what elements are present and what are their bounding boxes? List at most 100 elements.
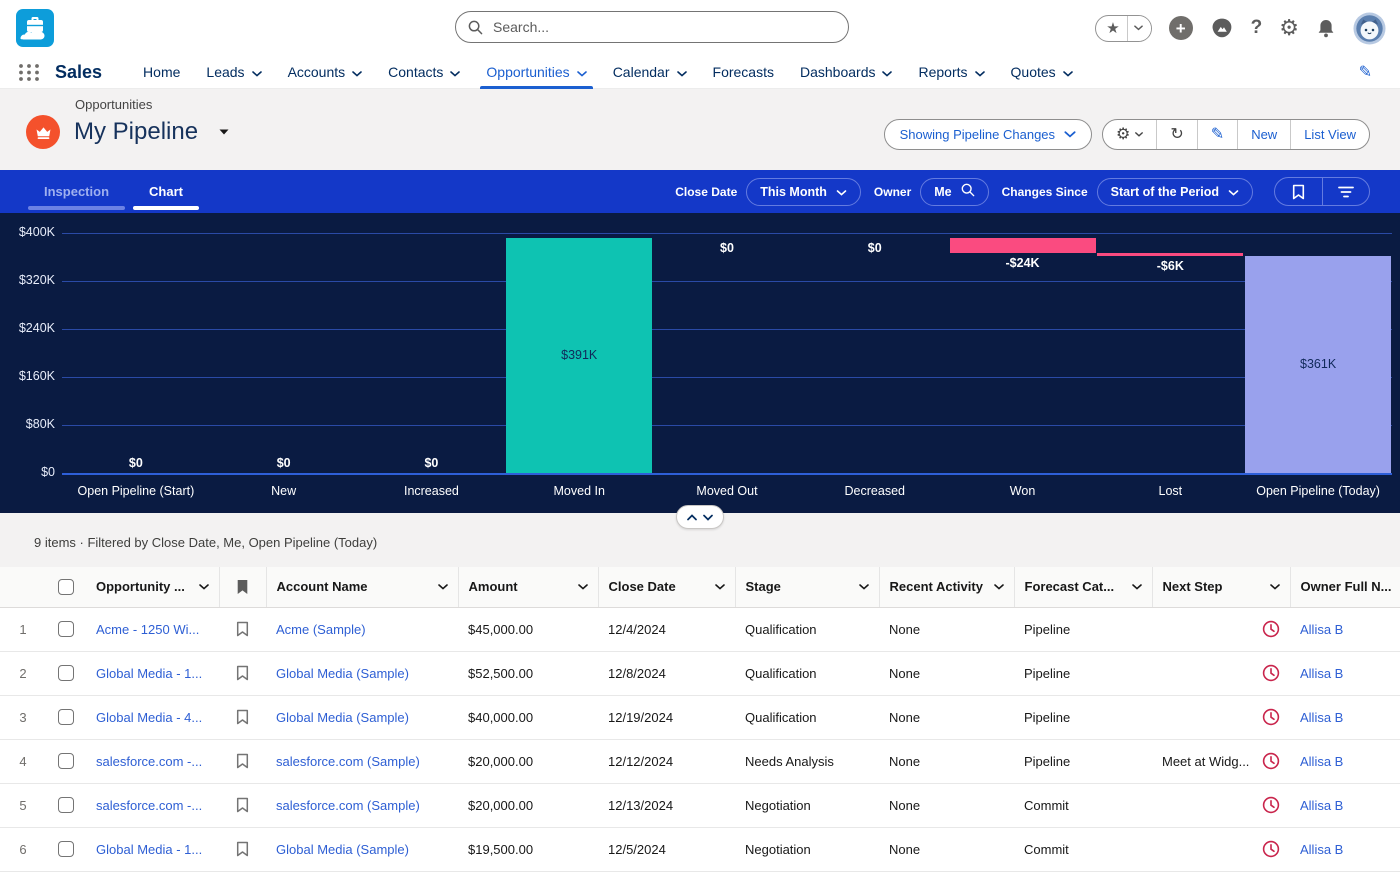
link-name[interactable]: Acme - 1250 Wi... (96, 622, 199, 637)
link-account[interactable]: salesforce.com (Sample) (276, 754, 420, 769)
new-button[interactable]: New (1237, 120, 1290, 149)
link-owner[interactable]: Allisa B (1300, 710, 1343, 725)
chevron-down-icon[interactable] (882, 64, 893, 80)
chevron-down-icon[interactable] (1131, 583, 1142, 590)
user-menu-button[interactable] (1353, 11, 1386, 45)
setup-button[interactable]: ⚙ (1279, 17, 1299, 39)
list-view-selector-caret[interactable] (218, 128, 230, 136)
column-header-name[interactable]: Opportunity ... (86, 567, 219, 608)
chevron-down-icon[interactable] (1062, 64, 1073, 80)
link-account[interactable]: Global Media (Sample) (276, 666, 409, 681)
bookmark-outline-icon[interactable] (219, 753, 266, 769)
column-header-amount[interactable]: Amount (457, 567, 598, 608)
chart-bar-lost[interactable] (1097, 252, 1244, 257)
chevron-down-icon[interactable] (576, 64, 587, 80)
link-owner[interactable]: Allisa B (1300, 622, 1343, 637)
activity-clock-icon[interactable] (1262, 796, 1280, 814)
activity-clock-icon[interactable] (1262, 840, 1280, 858)
activity-clock-icon[interactable] (1262, 752, 1280, 770)
filter-value-owner[interactable]: Me (920, 177, 989, 206)
nav-tab-accounts[interactable]: Accounts (275, 56, 376, 88)
link-name[interactable]: Global Media - 1... (96, 842, 202, 857)
bookmark-outline-icon[interactable] (219, 665, 266, 681)
bookmark-outline-icon[interactable] (219, 841, 266, 857)
activity-clock-icon[interactable] (1262, 664, 1280, 682)
nav-tab-contacts[interactable]: Contacts (375, 56, 473, 88)
bookmark-outline-icon[interactable] (219, 709, 266, 725)
activity-clock-icon[interactable] (1262, 620, 1280, 638)
row-checkbox[interactable] (58, 709, 74, 725)
link-owner[interactable]: Allisa B (1300, 798, 1343, 813)
nav-tab-calendar[interactable]: Calendar (600, 56, 700, 88)
chevron-down-icon[interactable] (437, 583, 448, 590)
chevron-down-icon[interactable] (1269, 583, 1280, 590)
row-checkbox[interactable] (58, 665, 74, 681)
link-account[interactable]: Acme (Sample) (276, 622, 366, 637)
toolbar-tab-inspection[interactable]: Inspection (24, 170, 129, 213)
nav-tab-dashboards[interactable]: Dashboards (787, 56, 906, 88)
edit-button[interactable]: ✎ (1196, 120, 1237, 149)
chevron-down-icon[interactable] (251, 64, 262, 80)
column-header-forecast_category[interactable]: Forecast Cat... (1013, 567, 1152, 608)
column-header-next_step[interactable]: Next Step (1151, 567, 1290, 608)
link-owner[interactable]: Allisa B (1300, 842, 1343, 857)
favorites-button[interactable]: ★ (1095, 14, 1152, 42)
link-name[interactable]: salesforce.com -... (96, 798, 202, 813)
edit-nav-pencil-icon[interactable]: ✎ (1353, 61, 1378, 83)
nav-tab-leads[interactable]: Leads (193, 56, 274, 88)
bookmark-outline-icon[interactable] (219, 797, 266, 813)
favorites-menu-button[interactable] (1126, 15, 1151, 41)
column-header-num[interactable] (0, 567, 46, 608)
column-header-checkbox[interactable] (46, 567, 86, 608)
refresh-button[interactable]: ↻ (1156, 120, 1196, 149)
chevron-down-icon[interactable] (714, 583, 725, 590)
nav-tab-forecasts[interactable]: Forecasts (700, 56, 787, 88)
save-chart-bookmark-button[interactable] (1275, 178, 1322, 205)
pipeline-changes-selector[interactable]: Showing Pipeline Changes (883, 119, 1093, 150)
chart-collapse-toggle[interactable] (676, 505, 724, 529)
link-name[interactable]: Global Media - 1... (96, 666, 202, 681)
link-name[interactable]: salesforce.com -... (96, 754, 202, 769)
global-actions-button[interactable]: + (1168, 16, 1193, 40)
chevron-down-icon[interactable] (450, 64, 461, 80)
salesforce-logo[interactable] (16, 9, 54, 47)
row-checkbox[interactable] (58, 841, 74, 857)
chevron-down-icon[interactable] (858, 583, 869, 590)
row-checkbox[interactable] (58, 621, 74, 637)
toolbar-tab-chart[interactable]: Chart (129, 170, 203, 213)
chevron-down-icon[interactable] (676, 64, 687, 80)
row-checkbox[interactable] (58, 753, 74, 769)
link-owner[interactable]: Allisa B (1300, 754, 1343, 769)
link-account[interactable]: Global Media (Sample) (276, 710, 409, 725)
link-account[interactable]: salesforce.com (Sample) (276, 798, 420, 813)
column-header-recent_activity[interactable]: Recent Activity (878, 567, 1014, 608)
chevron-down-icon[interactable] (974, 64, 985, 80)
column-header-close_date[interactable]: Close Date (597, 567, 735, 608)
link-name[interactable]: Global Media - 4... (96, 710, 202, 725)
filter-value-changes-since[interactable]: Start of the Period (1096, 177, 1253, 206)
select-all-checkbox[interactable] (58, 578, 74, 595)
nav-tab-home[interactable]: Home (130, 56, 193, 88)
column-header-flag[interactable] (218, 567, 266, 608)
chevron-down-icon[interactable] (352, 64, 362, 80)
nav-tab-opportunities[interactable]: Opportunities (473, 56, 599, 89)
trailhead-button[interactable] (1210, 16, 1234, 40)
list-view-button[interactable]: List View (1290, 120, 1369, 149)
help-button[interactable]: ? (1251, 17, 1263, 39)
search-input[interactable] (491, 18, 836, 36)
nav-tab-reports[interactable]: Reports (905, 56, 997, 88)
nav-tab-quotes[interactable]: Quotes (998, 56, 1086, 88)
activity-clock-icon[interactable] (1262, 708, 1280, 726)
chart-bar-won[interactable] (949, 238, 1096, 253)
column-header-account[interactable]: Account Name (265, 567, 458, 608)
row-checkbox[interactable] (58, 797, 74, 813)
app-launcher-button[interactable] (16, 59, 42, 85)
bookmark-outline-icon[interactable] (219, 621, 266, 637)
link-account[interactable]: Global Media (Sample) (276, 842, 409, 857)
link-owner[interactable]: Allisa B (1300, 666, 1343, 681)
settings-gear-button[interactable]: ⚙ (1103, 120, 1156, 149)
notifications-button[interactable] (1316, 18, 1336, 39)
chart-filter-button[interactable] (1322, 178, 1369, 205)
column-header-stage[interactable]: Stage (734, 567, 879, 608)
chevron-down-icon[interactable] (577, 583, 588, 590)
